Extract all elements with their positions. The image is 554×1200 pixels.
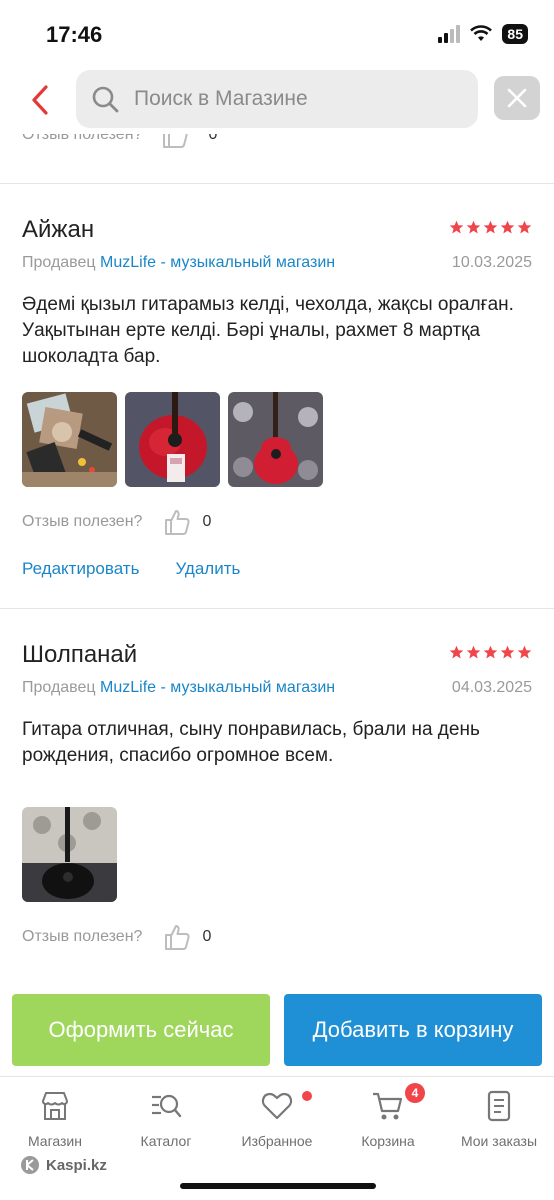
catalog-search-icon xyxy=(152,1094,182,1118)
review-card: Шолпанай Продавец MuzLife - музыкальный … xyxy=(22,641,532,952)
chevron-left-icon xyxy=(32,85,48,115)
back-button[interactable] xyxy=(22,80,58,120)
tab-label: Каталог xyxy=(140,1133,192,1149)
wifi-icon xyxy=(470,25,493,41)
star-icon xyxy=(483,220,498,234)
orders-icon xyxy=(487,1090,511,1122)
clear-search-button[interactable] xyxy=(494,76,540,120)
seller-link[interactable]: MuzLife - музыкальный магазин xyxy=(100,679,335,696)
star-icon xyxy=(517,645,532,659)
seller-line: Продавец MuzLife - музыкальный магазин 1… xyxy=(22,254,532,272)
thumbs-up-icon[interactable] xyxy=(162,507,192,537)
kaspi-brand: Kaspi.kz xyxy=(20,1155,107,1175)
buy-now-button[interactable]: Оформить сейчас xyxy=(12,994,270,1066)
status-time: 17:46 xyxy=(46,22,103,47)
tab-label: Корзина xyxy=(361,1133,415,1149)
cart-count-badge: 4 xyxy=(405,1083,425,1103)
helpful-row: Отзыв полезен? 0 xyxy=(22,922,532,952)
add-to-cart-button[interactable]: Добавить в корзину xyxy=(284,994,542,1066)
search-header xyxy=(0,64,554,134)
cart-icon xyxy=(373,1092,403,1120)
star-icon xyxy=(449,220,464,234)
home-indicator xyxy=(180,1183,376,1189)
status-bar: 17:46 85 xyxy=(0,0,554,64)
review-actions: Редактировать Удалить xyxy=(22,559,532,579)
review-date: 04.03.2025 xyxy=(451,679,532,696)
seller-prefix: Продавец xyxy=(22,679,96,696)
tab-orders[interactable]: Мои заказы xyxy=(444,1089,554,1149)
kaspi-logo-icon xyxy=(21,1156,39,1174)
seller-line: Продавец MuzLife - музыкальный магазин 0… xyxy=(22,679,532,697)
review-card: Айжан Продавец MuzLife - музыкальный маг… xyxy=(22,216,532,579)
helpful-label: Отзыв полезен? xyxy=(22,513,143,530)
tab-label: Избранное xyxy=(241,1133,313,1149)
cellular-signal-icon xyxy=(438,25,461,43)
thumbs-up-icon[interactable] xyxy=(162,922,192,952)
tab-catalog[interactable]: Каталог xyxy=(111,1089,221,1149)
bottom-tab-bar: Магазин Каталог Избранное 4 Корзина Мои … xyxy=(0,1076,554,1200)
store-icon xyxy=(42,1092,68,1120)
notification-dot xyxy=(302,1091,312,1101)
helpful-label: Отзыв полезен? xyxy=(22,928,143,945)
review-text: Гитара отличная, сыну понравилась, брали… xyxy=(22,719,480,766)
review-photos xyxy=(22,807,532,902)
seller-prefix: Продавец xyxy=(22,254,96,271)
star-icon xyxy=(500,645,515,659)
delete-review-link[interactable]: Удалить xyxy=(175,559,240,579)
rating-stars xyxy=(449,220,532,235)
review-date: 10.03.2025 xyxy=(451,254,532,271)
star-icon xyxy=(466,220,481,234)
review-text: Әдемі қызыл гитарамыз келді, чехолда, жа… xyxy=(22,294,514,367)
search-icon xyxy=(92,86,119,113)
status-icons: 85 xyxy=(438,24,528,44)
review-photo-red-guitar-carpet[interactable] xyxy=(228,392,323,487)
cta-bar: Оформить сейчас Добавить в корзину xyxy=(0,994,554,1066)
close-icon xyxy=(507,88,527,108)
rating-stars xyxy=(449,645,532,660)
star-icon xyxy=(449,645,464,659)
tab-label: Мои заказы xyxy=(460,1133,538,1149)
star-icon xyxy=(517,220,532,234)
helpful-row: Отзыв полезен? 0 xyxy=(22,507,532,537)
review-photo-package[interactable] xyxy=(22,392,117,487)
heart-icon xyxy=(261,1092,293,1120)
tab-cart[interactable]: 4 Корзина xyxy=(333,1083,443,1149)
star-icon xyxy=(483,645,498,659)
star-icon xyxy=(466,645,481,659)
search-box[interactable] xyxy=(76,70,478,128)
search-input[interactable] xyxy=(134,87,454,111)
edit-review-link[interactable]: Редактировать xyxy=(22,559,139,579)
tab-store[interactable]: Магазин xyxy=(0,1089,110,1149)
tab-label: Магазин xyxy=(27,1133,82,1149)
review-photo-black-guitar[interactable] xyxy=(22,807,117,902)
divider xyxy=(0,183,554,184)
helpful-count: 0 xyxy=(202,513,212,530)
tab-favorites[interactable]: Избранное xyxy=(222,1089,332,1149)
review-photos xyxy=(22,392,532,487)
star-icon xyxy=(500,220,515,234)
review-photo-red-guitar[interactable] xyxy=(125,392,220,487)
divider xyxy=(0,608,554,609)
brand-name: Kaspi.kz xyxy=(46,1156,107,1174)
seller-link[interactable]: MuzLife - музыкальный магазин xyxy=(100,254,335,271)
helpful-count: 0 xyxy=(202,928,212,945)
battery-indicator: 85 xyxy=(502,24,528,44)
